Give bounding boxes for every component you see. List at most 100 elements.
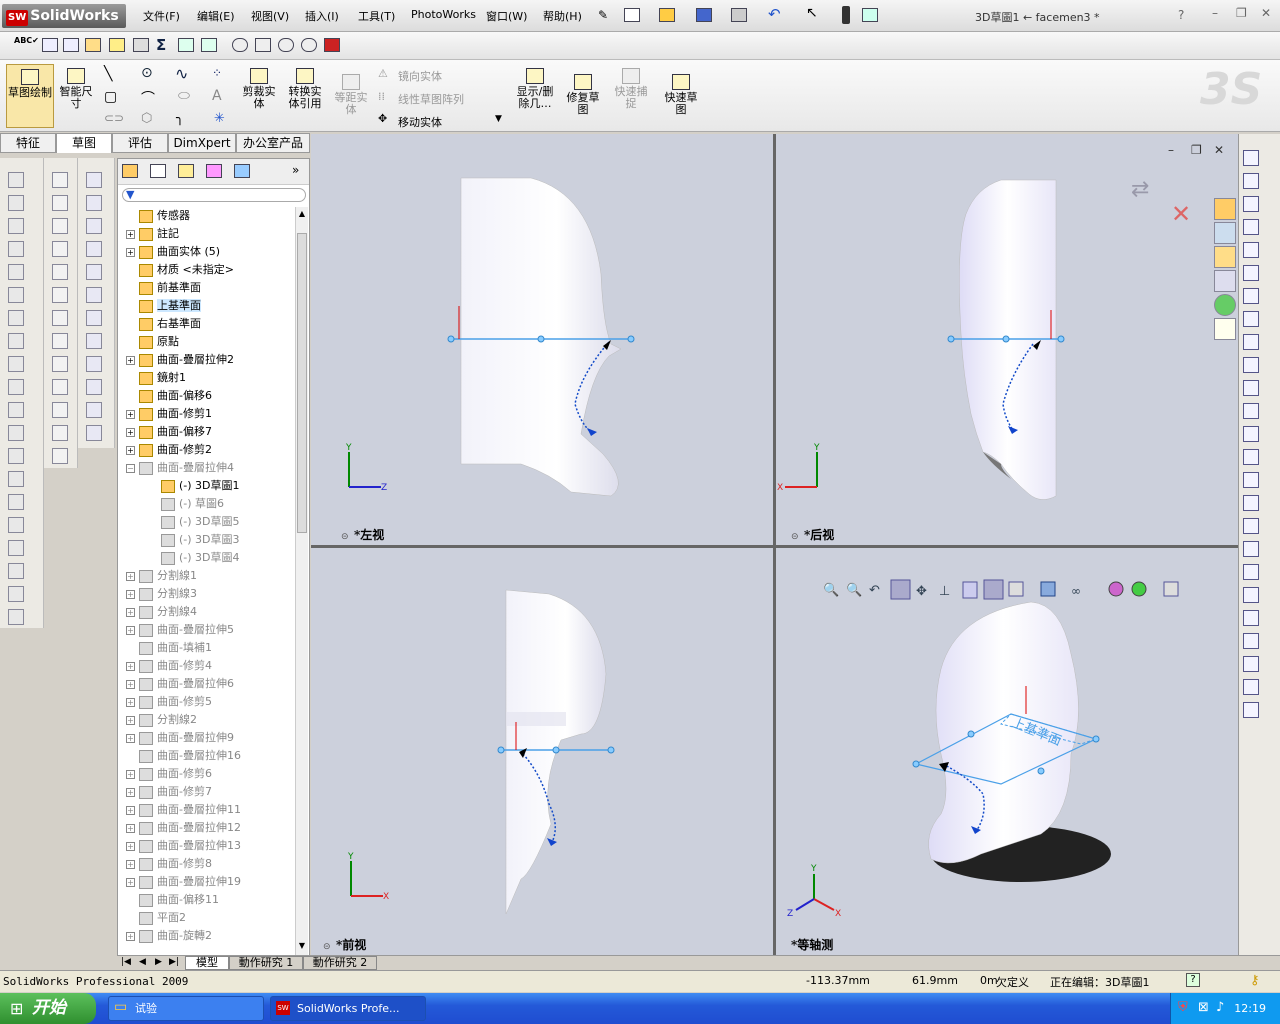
pan-icon[interactable]: ✥: [916, 584, 927, 599]
tree-item[interactable]: + 曲面-旋轉2: [126, 927, 212, 945]
sketch-command-icon[interactable]: [1243, 472, 1259, 488]
feature-tool-icon[interactable]: [8, 609, 24, 625]
sketch-command-icon[interactable]: [1243, 311, 1259, 327]
linear-sketch-pattern[interactable]: 线性草图阵列: [398, 91, 464, 107]
viewport-close-icon[interactable]: ✕: [1214, 143, 1224, 157]
menu-view[interactable]: 视图(V): [251, 8, 289, 24]
section-view-icon[interactable]: ⊥: [939, 584, 950, 599]
help-question-icon[interactable]: ?: [1178, 8, 1184, 22]
sketch-alt-tool-icon[interactable]: [86, 195, 102, 211]
rotate-view-icon[interactable]: [890, 579, 911, 600]
view-settings-icon[interactable]: [1108, 581, 1124, 597]
tree-expand-icon[interactable]: +: [126, 931, 135, 941]
sketch-tool-icon[interactable]: [52, 218, 68, 234]
sketch-command-icon[interactable]: [1243, 150, 1259, 166]
tree-item[interactable]: + 曲面-疊層拉伸9: [126, 729, 234, 747]
display-delete-relations-button[interactable]: 显示/删除几…: [512, 68, 558, 110]
tree-item[interactable]: 原點: [126, 333, 179, 351]
last-tab-icon[interactable]: ▶|: [169, 957, 179, 967]
sketch-alt-tool-icon[interactable]: [86, 172, 102, 188]
sketch-command-icon[interactable]: [1243, 196, 1259, 212]
sketch-command-icon[interactable]: [1243, 403, 1259, 419]
menu-window[interactable]: 窗口(W): [486, 8, 527, 24]
scroll-up-icon[interactable]: ▲: [297, 209, 307, 221]
tab-features[interactable]: 特征: [0, 133, 56, 153]
feature-tool-icon[interactable]: [8, 287, 24, 303]
tree-scrollbar[interactable]: ▲ ▼: [295, 207, 308, 955]
sketch-tool-icon[interactable]: [52, 356, 68, 372]
tree-expand-icon[interactable]: +: [126, 247, 135, 257]
tool-icon-13[interactable]: [301, 38, 317, 52]
options-icon[interactable]: [862, 8, 878, 22]
feature-tool-icon[interactable]: [8, 264, 24, 280]
tree-item[interactable]: + 曲面-疊層拉伸11: [126, 801, 241, 819]
prev-tab-icon[interactable]: ◀: [139, 957, 146, 967]
convert-entities-button[interactable]: 转换实体引用: [284, 68, 326, 110]
sketch-command-icon[interactable]: [1243, 656, 1259, 672]
feature-tool-icon[interactable]: [8, 333, 24, 349]
sketch-tool-icon[interactable]: [52, 402, 68, 418]
property-manager-icon[interactable]: [150, 164, 166, 178]
rebuild-confirm-icon[interactable]: ⇄: [1131, 177, 1149, 202]
tree-item[interactable]: + 曲面-修剪1: [126, 405, 212, 423]
feature-tool-icon[interactable]: [8, 563, 24, 579]
select-arrow-icon[interactable]: ↖: [806, 5, 818, 21]
file-explorer-icon[interactable]: [1214, 246, 1236, 268]
front-view-model[interactable]: [497, 589, 615, 915]
feature-tool-icon[interactable]: [8, 379, 24, 395]
feature-tool-icon[interactable]: [8, 310, 24, 326]
sketch-tool-icon[interactable]: [52, 425, 68, 441]
tree-item[interactable]: + 分割線1: [126, 567, 197, 585]
tree-item[interactable]: 鏡射1: [126, 369, 186, 387]
sketch-tool-icon[interactable]: [52, 264, 68, 280]
tree-item[interactable]: + 分割線4: [126, 603, 197, 621]
view-palette-icon[interactable]: [1214, 270, 1236, 292]
close-icon[interactable]: ✕: [1261, 6, 1271, 20]
tree-item[interactable]: (-) 3D草圖4: [148, 549, 240, 567]
sketch-alt-tool-icon[interactable]: [86, 218, 102, 234]
tree-item[interactable]: 前基準面: [126, 279, 201, 297]
cancel-sketch-icon[interactable]: ✕: [1171, 200, 1191, 228]
quick-snaps-button[interactable]: 快速捕捉: [611, 68, 651, 110]
appearances-icon[interactable]: [1214, 294, 1236, 316]
tool-icon-10[interactable]: [232, 38, 248, 52]
tree-expand-icon[interactable]: +: [126, 823, 135, 833]
tab-sketch[interactable]: 草图: [56, 133, 112, 153]
previous-view-icon[interactable]: ↶: [869, 583, 880, 598]
menu-help[interactable]: 帮助(H): [543, 8, 582, 24]
menu-photoworks[interactable]: PhotoWorks: [411, 8, 476, 21]
tree-expand-icon[interactable]: +: [126, 571, 135, 581]
feature-tool-icon[interactable]: [8, 425, 24, 441]
sketch-command-icon[interactable]: [1243, 679, 1259, 695]
tree-item[interactable]: + 曲面-偏移7: [126, 423, 212, 441]
fillet-icon[interactable]: ╮: [176, 111, 184, 126]
tree-item[interactable]: 曲面-偏移6: [126, 387, 212, 405]
tool-icon-12[interactable]: [278, 38, 294, 52]
tree-item[interactable]: + 曲面-修剪8: [126, 855, 212, 873]
feature-tool-icon[interactable]: [8, 402, 24, 418]
sketch-command-icon[interactable]: [1243, 380, 1259, 396]
menu-insert[interactable]: 插入(I): [305, 8, 339, 24]
feature-tool-icon[interactable]: [8, 540, 24, 556]
sketch-tool-icon[interactable]: [52, 310, 68, 326]
tree-expand-icon[interactable]: +: [126, 715, 135, 725]
tree-expand-icon[interactable]: +: [126, 841, 135, 851]
tree-expand-icon[interactable]: +: [126, 787, 135, 797]
save-icon[interactable]: [696, 8, 712, 22]
solidworks-logo[interactable]: SW SolidWorks: [2, 4, 126, 28]
sketch-command-icon[interactable]: [1243, 449, 1259, 465]
tree-expand-icon[interactable]: +: [126, 877, 135, 887]
zoom-area-icon[interactable]: 🔍: [846, 581, 862, 598]
spellcheck-icon[interactable]: ABC✔: [14, 36, 39, 45]
tree-item[interactable]: + 曲面-疊層拉伸13: [126, 837, 241, 855]
tool-icon-9[interactable]: [201, 38, 217, 52]
tree-item[interactable]: + 曲面-修剪5: [126, 693, 212, 711]
sketch-command-icon[interactable]: [1243, 242, 1259, 258]
menu-tools[interactable]: 工具(T): [358, 8, 395, 24]
feature-tool-icon[interactable]: [8, 448, 24, 464]
tool-icon-6[interactable]: [133, 38, 149, 52]
feature-tool-icon[interactable]: [8, 586, 24, 602]
sketch-command-icon[interactable]: [1243, 518, 1259, 534]
sketch-command-icon[interactable]: [1243, 173, 1259, 189]
slot-icon[interactable]: ⊂⊃: [104, 111, 124, 125]
